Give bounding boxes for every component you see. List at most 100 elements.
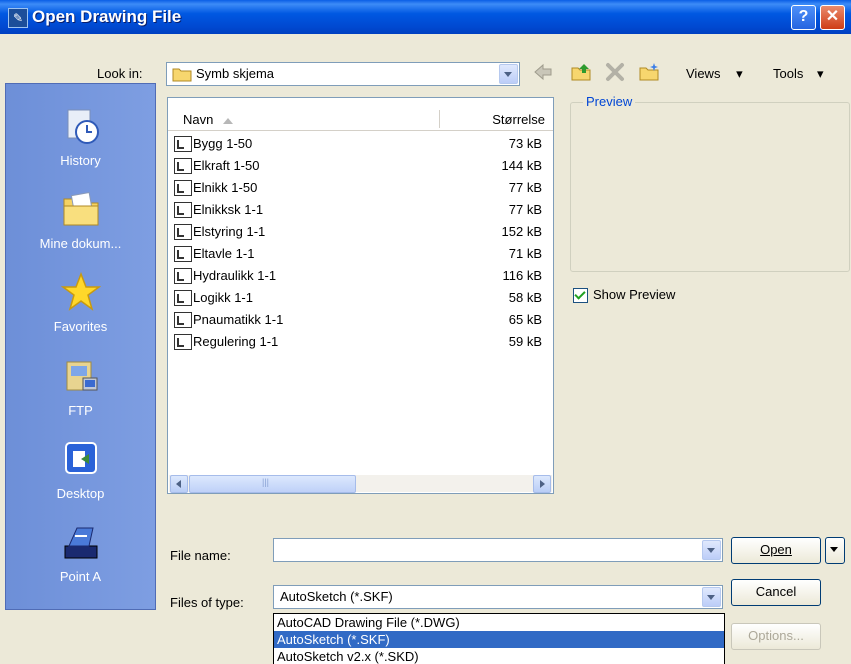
- files-of-type-dropdown-list[interactable]: AutoCAD Drawing File (*.DWG) AutoSketch …: [273, 613, 725, 664]
- skf-file-icon: [174, 202, 192, 218]
- place-point-a-label: Point A: [59, 569, 102, 584]
- look-in-dropdown-button[interactable]: [499, 64, 518, 84]
- title-bar[interactable]: ✎ Open Drawing File ? ✕: [0, 0, 851, 34]
- up-folder-icon[interactable]: [570, 62, 592, 82]
- new-folder-icon[interactable]: [638, 62, 660, 82]
- file-row[interactable]: Logikk 1-1 58 kB: [174, 288, 546, 309]
- file-size: 152 kB: [501, 224, 542, 239]
- look-in-value: Symb skjema: [196, 66, 275, 81]
- place-history[interactable]: History: [6, 106, 155, 168]
- skf-file-icon: [174, 290, 192, 306]
- delete-icon[interactable]: [605, 62, 625, 82]
- scroll-right-button[interactable]: [533, 475, 551, 493]
- file-size: 71 kB: [508, 246, 542, 261]
- file-name: Elkraft 1-50: [193, 158, 260, 173]
- place-desktop-label: Desktop: [56, 486, 105, 501]
- open-button-label: Open: [760, 542, 792, 557]
- cancel-button-label: Cancel: [755, 584, 797, 599]
- file-row[interactable]: Elnikk 1-50 77 kB: [174, 178, 546, 199]
- desktop-icon: [64, 442, 97, 474]
- horizontal-scrollbar[interactable]: [169, 475, 552, 493]
- look-in-combo[interactable]: Symb skjema: [166, 62, 520, 86]
- open-button[interactable]: Open: [731, 537, 821, 564]
- close-button[interactable]: ✕: [820, 5, 845, 30]
- file-row[interactable]: Regulering 1-1 59 kB: [174, 332, 546, 353]
- file-size: 144 kB: [501, 158, 542, 173]
- places-bar: History Mine dokum... Favorites FTP Desk…: [5, 83, 156, 610]
- files-of-type-label: Files of type:: [170, 595, 244, 610]
- file-type-option[interactable]: AutoCAD Drawing File (*.DWG): [274, 614, 724, 631]
- files-of-type-combo[interactable]: AutoSketch (*.SKF): [273, 585, 723, 609]
- file-size: 65 kB: [508, 312, 542, 327]
- file-row[interactable]: Elstyring 1-1 152 kB: [174, 222, 546, 243]
- help-button[interactable]: ?: [791, 5, 816, 30]
- my-documents-icon: [63, 192, 98, 226]
- place-ftp[interactable]: FTP: [6, 356, 155, 418]
- skf-file-icon: [174, 158, 192, 174]
- file-name-label: File name:: [170, 548, 231, 563]
- file-size: 73 kB: [508, 136, 542, 151]
- skf-file-icon: [174, 268, 192, 284]
- scroll-left-button[interactable]: [170, 475, 188, 493]
- cancel-button[interactable]: Cancel: [731, 579, 821, 606]
- file-name: Pnaumatikk 1-1: [193, 312, 284, 327]
- skf-file-icon: [174, 180, 192, 196]
- file-row[interactable]: Bygg 1-50 73 kB: [174, 134, 546, 155]
- preview-pane: Preview: [570, 94, 850, 272]
- file-type-option-selected[interactable]: AutoSketch (*.SKF): [274, 631, 724, 648]
- place-history-label: History: [60, 153, 101, 168]
- skf-file-icon: [174, 334, 192, 350]
- options-button: Options...: [731, 623, 821, 650]
- place-desktop[interactable]: Desktop: [6, 439, 155, 501]
- app-icon: ✎: [8, 8, 28, 28]
- file-list-header: Navn Størrelse: [168, 108, 553, 131]
- sort-ascending-icon: [223, 117, 234, 124]
- file-name-combo[interactable]: [273, 538, 723, 562]
- ftp-icon: [66, 361, 97, 391]
- views-menu[interactable]: Views ▾: [686, 66, 743, 82]
- file-row[interactable]: Eltavle 1-1 71 kB: [174, 244, 546, 265]
- file-name: Elnikk 1-50: [193, 180, 258, 195]
- window-title: Open Drawing File: [32, 7, 182, 26]
- file-name: Elnikksk 1-1: [193, 202, 264, 217]
- place-my-documents-label: Mine dokum...: [39, 236, 122, 251]
- tools-dropdown-arrow-icon: ▾: [816, 66, 824, 81]
- open-options-split-button[interactable]: [825, 537, 845, 564]
- files-of-type-dropdown-button[interactable]: [702, 587, 721, 607]
- place-my-documents[interactable]: Mine dokum...: [6, 189, 155, 251]
- skf-file-icon: [174, 224, 192, 240]
- show-preview-checkbox[interactable]: [573, 288, 588, 303]
- skf-file-icon: [174, 136, 192, 152]
- file-row[interactable]: Pnaumatikk 1-1 65 kB: [174, 310, 546, 331]
- history-icon: [67, 109, 99, 144]
- back-arrow-icon[interactable]: [533, 62, 553, 82]
- place-favorites[interactable]: Favorites: [6, 271, 155, 334]
- scrollbar-thumb[interactable]: [189, 475, 356, 493]
- file-size: 77 kB: [508, 180, 542, 195]
- file-list[interactable]: Navn Størrelse Bygg 1-50 73 kB Elkraft 1…: [167, 97, 554, 494]
- place-ftp-label: FTP: [68, 403, 93, 418]
- file-size: 77 kB: [508, 202, 542, 217]
- tools-menu[interactable]: Tools ▾: [773, 66, 824, 82]
- folder-icon: [172, 68, 192, 82]
- file-size: 59 kB: [508, 334, 542, 349]
- views-label: Views: [686, 66, 721, 81]
- favorites-icon: [60, 271, 101, 311]
- preview-caption: Preview: [583, 94, 636, 109]
- column-header-name-label: Navn: [183, 112, 214, 127]
- place-favorites-label: Favorites: [53, 319, 108, 334]
- file-name-dropdown-button[interactable]: [702, 540, 721, 560]
- file-size: 58 kB: [508, 290, 542, 305]
- file-row[interactable]: Hydraulikk 1-1 116 kB: [174, 266, 546, 287]
- file-type-option[interactable]: AutoSketch v2.x (*.SKD): [274, 648, 724, 664]
- skf-file-icon: [174, 246, 192, 262]
- column-header-size[interactable]: Størrelse: [492, 112, 545, 127]
- file-row[interactable]: Elkraft 1-50 144 kB: [174, 156, 546, 177]
- column-header-name[interactable]: Navn: [183, 112, 234, 127]
- column-separator[interactable]: [439, 110, 440, 128]
- views-dropdown-arrow-icon: ▾: [736, 66, 743, 81]
- place-point-a[interactable]: Point A: [6, 522, 155, 584]
- file-name: Regulering 1-1: [193, 334, 279, 349]
- file-row[interactable]: Elnikksk 1-1 77 kB: [174, 200, 546, 221]
- look-in-label: Look in:: [97, 66, 143, 81]
